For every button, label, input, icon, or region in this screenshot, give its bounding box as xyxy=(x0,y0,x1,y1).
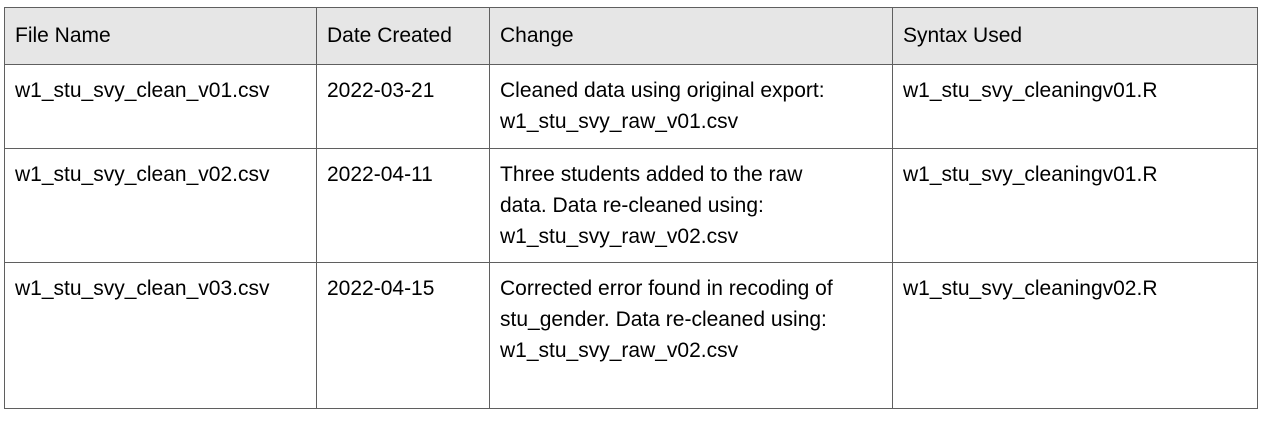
cell-date-created: 2022-04-15 xyxy=(316,262,490,409)
cell-file-name: w1_stu_svy_clean_v02.csv xyxy=(4,148,317,263)
header-file-name: File Name xyxy=(4,7,317,65)
header-syntax-used: Syntax Used xyxy=(892,7,1258,65)
cell-change: Corrected error found in recoding of stu… xyxy=(489,262,893,409)
header-change: Change xyxy=(489,7,893,65)
cell-change: Three students added to the raw data. Da… xyxy=(489,148,893,263)
header-date-created: Date Created xyxy=(316,7,490,65)
cell-date-created: 2022-03-21 xyxy=(316,64,490,149)
cell-file-name: w1_stu_svy_clean_v03.csv xyxy=(4,262,317,409)
table-header: File Name Date Created Change Syntax Use… xyxy=(4,7,1258,65)
cell-file-name: w1_stu_svy_clean_v01.csv xyxy=(4,64,317,149)
cell-date-created: 2022-04-11 xyxy=(316,148,490,263)
cell-change: Cleaned data using original export: w1_s… xyxy=(489,64,893,149)
table-row: w1_stu_svy_clean_v03.csv 2022-04-15 Corr… xyxy=(4,262,1258,409)
table-row: w1_stu_svy_clean_v02.csv 2022-04-11 Thre… xyxy=(4,148,1258,263)
header-row: File Name Date Created Change Syntax Use… xyxy=(4,7,1258,65)
table-body: w1_stu_svy_clean_v01.csv 2022-03-21 Clea… xyxy=(4,64,1258,409)
cell-syntax-used: w1_stu_svy_cleaningv01.R xyxy=(892,64,1258,149)
cell-syntax-used: w1_stu_svy_cleaningv01.R xyxy=(892,148,1258,263)
table-row: w1_stu_svy_clean_v01.csv 2022-03-21 Clea… xyxy=(4,64,1258,149)
cell-syntax-used: w1_stu_svy_cleaningv02.R xyxy=(892,262,1258,409)
file-version-log-table: File Name Date Created Change Syntax Use… xyxy=(4,7,1258,409)
